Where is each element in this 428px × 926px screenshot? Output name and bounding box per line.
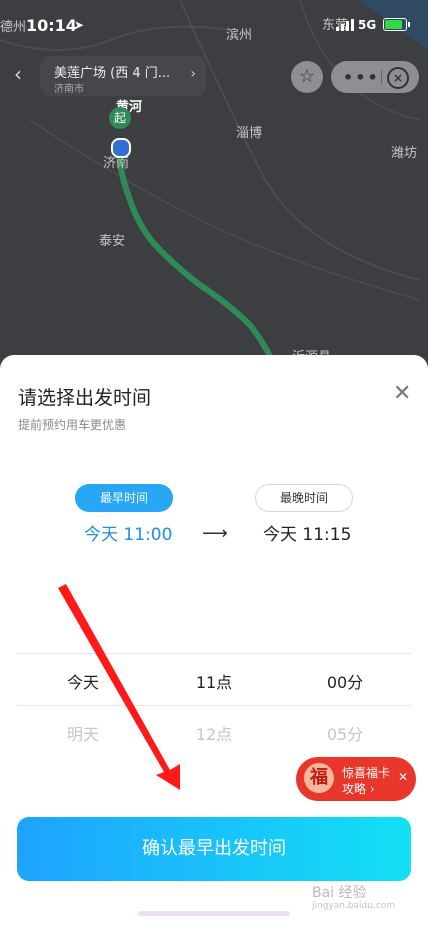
place-card[interactable]: 美莲广场 (西 4 门... 济南市 › [40,56,206,96]
picker-hour-option[interactable]: 12点 [159,721,269,745]
home-indicator[interactable] [138,911,290,916]
earliest-time-value: 今天 11:00 [84,525,173,545]
network-type: 5G [358,18,377,32]
picker-minute-option[interactable]: 05分 [290,721,400,745]
close-sheet-icon[interactable]: ✕ [393,381,411,406]
watermark-brand: Bai 经验 [312,885,367,901]
battery-icon [383,18,410,31]
sheet-subtitle: 提前预约用车更优惠 [18,418,127,432]
back-icon[interactable]: ‹ [14,62,40,88]
promo-close-icon[interactable]: ✕ [398,770,408,784]
picker-hour[interactable]: 11点 [159,669,269,693]
picker-minute[interactable]: 00分 [290,669,400,693]
promo-float-button[interactable]: 福 惊喜福卡 攻略 › ✕ [296,757,416,801]
picker-divider [17,653,411,654]
watermark-url: jingyan.baidu.com [312,901,396,911]
arrow-right-icon: ⟶ [202,523,228,544]
status-bar: 10:14 ➤ 5G [0,0,428,50]
favorite-star-icon[interactable]: ☆ [291,61,323,93]
map-label: 潍坊 [391,146,418,161]
map-label: 淄博 [236,126,263,141]
map-label: 泰安 [99,234,126,249]
tab-latest-time[interactable]: 最晚时间 [255,484,353,512]
sheet-title: 请选择出发时间 [18,387,152,409]
picker-day[interactable]: 今天 [28,669,138,693]
chevron-right-icon: › [190,66,196,82]
location-arrow-icon: ➤ [74,18,85,32]
start-marker-icon: 起 [109,107,131,129]
promo-line2: 攻略 › [342,782,375,796]
more-icon[interactable]: ••• [343,68,380,87]
picker-day-option[interactable]: 明天 [28,721,138,745]
cellular-signal-icon [336,19,354,31]
place-city: 济南市 [54,84,84,95]
fu-badge-icon: 福 [304,763,334,793]
current-location-icon [111,138,131,158]
picker-divider [17,705,411,706]
promo-line1: 惊喜福卡 [342,766,391,780]
status-time: 10:14 [26,16,77,35]
miniapp-capsule: ••• × [331,61,419,93]
route-line [115,142,275,363]
capsule-divider [381,70,382,84]
close-miniapp-icon[interactable]: × [387,67,409,89]
latest-time-value: 今天 11:15 [263,525,352,545]
departure-time-sheet: 请选择出发时间 提前预约用车更优惠 ✕ 最早时间 最晚时间 今天 11:00 ⟶… [0,355,428,926]
place-name: 美莲广场 (西 4 门... [54,66,171,81]
confirm-button[interactable]: 确认最早出发时间 [17,817,411,881]
tab-earliest-time[interactable]: 最早时间 [75,484,173,512]
